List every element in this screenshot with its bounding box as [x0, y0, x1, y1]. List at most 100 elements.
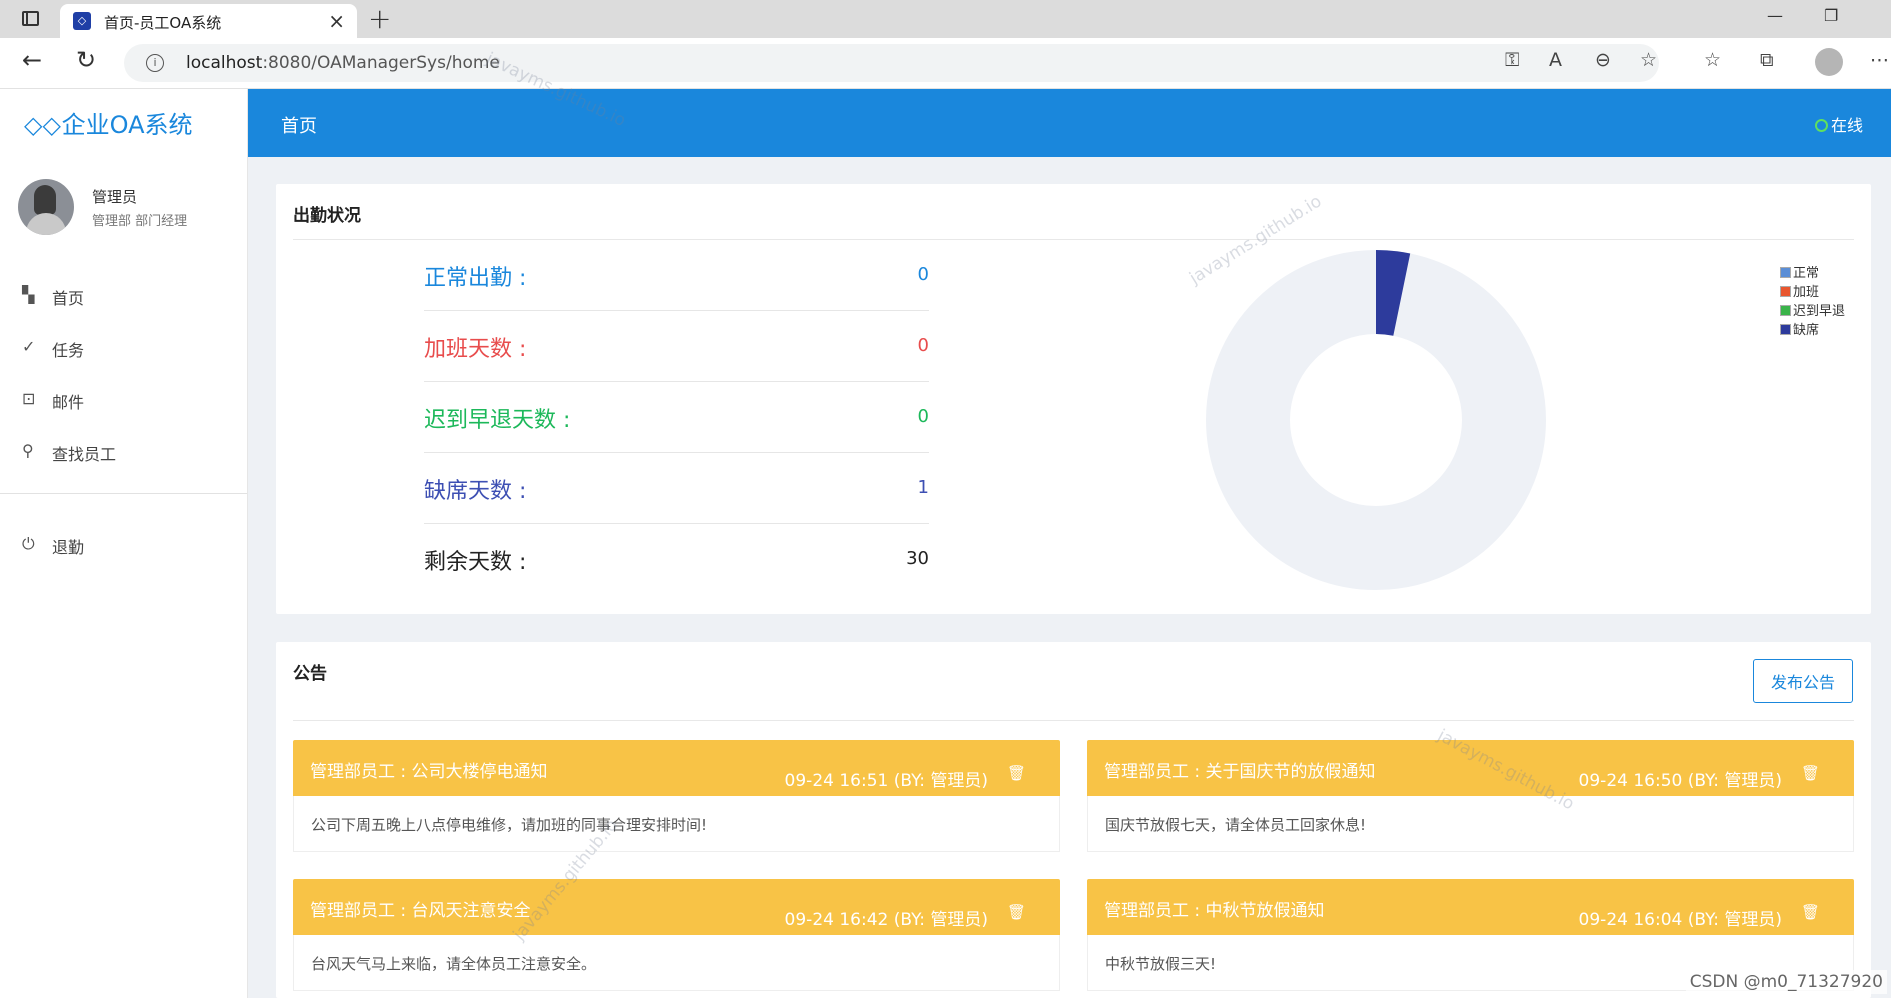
- stat-value: 0: [917, 264, 929, 285]
- notice-header: 管理部员工 : 中秋节放假通知 09-24 16:04 (BY: 管理员) 🗑: [1087, 879, 1854, 935]
- legend-item[interactable]: 正常: [1780, 264, 1845, 283]
- trash-icon[interactable]: 🗑: [1007, 764, 1026, 782]
- site-favicon-icon: ◇: [73, 12, 91, 30]
- notice-item-title[interactable]: 管理部员工 : 公司大楼停电通知: [310, 757, 548, 782]
- chart-legend: 正常加班迟到早退缺席: [1780, 264, 1845, 340]
- notice-body: 台风天气马上来临，请全体员工注意安全。: [293, 935, 1060, 991]
- notice-item: 管理部员工 : 公司大楼停电通知 09-24 16:51 (BY: 管理员) 🗑…: [293, 740, 1060, 852]
- menu-divider: [0, 493, 247, 494]
- notice-body: 公司下周五晚上八点停电维修，请加班的同事合理安排时间!: [293, 796, 1060, 852]
- power-icon: ⏻: [22, 534, 35, 553]
- card-divider: [293, 720, 1854, 721]
- trash-icon[interactable]: 🗑: [1801, 903, 1820, 921]
- stat-label: 迟到早退天数 :: [424, 408, 571, 433]
- trash-icon[interactable]: 🗑: [1801, 764, 1820, 782]
- legend-item[interactable]: 缺席: [1780, 321, 1845, 340]
- restore-icon[interactable]: ❐: [1824, 6, 1838, 25]
- attendance-chart: [1196, 240, 1556, 600]
- stat-normal: 正常出勤 : 0: [424, 240, 929, 311]
- status-label: 在线: [1830, 116, 1863, 135]
- stat-remaining: 剩余天数 : 30: [424, 524, 929, 595]
- sidebar-item-label: 查找员工: [52, 445, 117, 464]
- brand-name: 企业OA系统: [61, 111, 193, 139]
- browser-tab-bar: ◇ 首页-员工OA系统 × + — ❐: [0, 0, 1891, 38]
- brand[interactable]: ◇◇ 企业OA系统: [24, 105, 193, 140]
- notice-item-title[interactable]: 管理部员工 : 关于国庆节的放假通知: [1104, 757, 1376, 782]
- notice-item-meta: 09-24 16:50 (BY: 管理员): [1578, 771, 1782, 791]
- stat-value: 1: [917, 477, 929, 498]
- favorites-icon[interactable]: ☆: [1704, 49, 1721, 71]
- search-icon: ⚲: [22, 441, 34, 460]
- tab-close-icon[interactable]: ×: [328, 9, 345, 33]
- notice-item-title[interactable]: 管理部员工 : 中秋节放假通知: [1104, 896, 1325, 921]
- sidebar-item-label: 退勤: [52, 538, 85, 557]
- notice-body: 国庆节放假七天，请全体员工回家休息!: [1087, 796, 1854, 852]
- check-icon: ✓: [22, 337, 36, 356]
- url-input[interactable]: i localhost:8080/OAManagerSys/home: [124, 44, 1659, 82]
- site-info-icon[interactable]: i: [146, 54, 164, 72]
- notice-item-text: 中秋节放假三天!: [1105, 955, 1217, 973]
- publish-notice-button[interactable]: 发布公告: [1753, 659, 1853, 703]
- read-aloud-icon[interactable]: A: [1549, 49, 1562, 71]
- legend-swatch: [1780, 286, 1791, 297]
- user-avatar: [18, 179, 74, 235]
- attendance-stats: 正常出勤 : 0 加班天数 : 0 迟到早退天数 : 0 缺席天数 : 1 剩余…: [424, 240, 929, 595]
- stat-label: 缺席天数 :: [424, 479, 527, 504]
- donut-chart: [1206, 250, 1546, 590]
- legend-label: 缺席: [1793, 323, 1820, 338]
- notice-item-meta: 09-24 16:42 (BY: 管理员): [784, 910, 988, 930]
- notice-card: 公告 发布公告 管理部员工 : 公司大楼停电通知 09-24 16:51 (BY…: [276, 642, 1871, 998]
- browser-tab[interactable]: ◇ 首页-员工OA系统 ×: [60, 4, 357, 38]
- stat-value: 30: [906, 548, 929, 569]
- notice-header: 管理部员工 : 公司大楼停电通知 09-24 16:51 (BY: 管理员) 🗑: [293, 740, 1060, 796]
- key-icon[interactable]: ⚿: [1505, 49, 1519, 71]
- sidebar-item-label: 任务: [52, 341, 85, 360]
- sidebar-item-mail[interactable]: ⊡ 邮件: [0, 373, 247, 425]
- minimize-icon[interactable]: —: [1767, 6, 1783, 25]
- mail-icon: ⊡: [22, 389, 36, 408]
- stat-value: 0: [917, 406, 929, 427]
- source-watermark: CSDN @m0_71327920: [1685, 970, 1887, 994]
- tab-title: 首页-员工OA系统: [104, 14, 222, 32]
- new-tab-icon[interactable]: +: [368, 2, 391, 35]
- collections-icon[interactable]: ⧉: [1760, 49, 1774, 71]
- sidebar-item-label: 首页: [52, 289, 85, 308]
- reload-icon[interactable]: ↻: [76, 46, 96, 74]
- top-header: 首页 在线: [248, 89, 1891, 157]
- page-title: 首页: [281, 116, 317, 137]
- stat-overtime: 加班天数 : 0: [424, 311, 929, 382]
- notice-header: 管理部员工 : 台风天注意安全 09-24 16:42 (BY: 管理员) 🗑: [293, 879, 1060, 935]
- sidebar: ◇◇ 企业OA系统 管理员 管理部 部门经理 ▚ 首页 ✓ 任务 ⊡ 邮件 ⚲ …: [0, 89, 248, 998]
- tab-actions-icon[interactable]: [22, 11, 39, 26]
- sidebar-item-tasks[interactable]: ✓ 任务: [0, 321, 247, 373]
- sidebar-item-label: 邮件: [52, 393, 85, 412]
- sidebar-item-home[interactable]: ▚ 首页: [0, 269, 247, 321]
- add-favorite-icon[interactable]: ☆: [1640, 49, 1657, 71]
- legend-label: 加班: [1793, 285, 1820, 300]
- notice-item: 管理部员工 : 台风天注意安全 09-24 16:42 (BY: 管理员) 🗑 …: [293, 879, 1060, 991]
- notice-item-text: 台风天气马上来临，请全体员工注意安全。: [311, 955, 597, 973]
- sidebar-item-find-employee[interactable]: ⚲ 查找员工: [0, 425, 247, 477]
- legend-item[interactable]: 迟到早退: [1780, 302, 1845, 321]
- legend-item[interactable]: 加班: [1780, 283, 1845, 302]
- legend-label: 迟到早退: [1793, 304, 1846, 319]
- user-department: 管理部 部门经理: [92, 214, 188, 229]
- legend-swatch: [1780, 305, 1791, 316]
- legend-swatch: [1780, 267, 1791, 278]
- online-status: 在线: [1814, 112, 1863, 136]
- sidebar-item-logout[interactable]: ⏻ 退勤: [0, 518, 247, 570]
- back-icon[interactable]: ←: [22, 46, 42, 74]
- stat-label: 加班天数 :: [424, 337, 527, 362]
- profile-avatar[interactable]: [1815, 48, 1843, 76]
- stat-absent: 缺席天数 : 1: [424, 453, 929, 524]
- stat-label: 剩余天数 :: [424, 550, 527, 575]
- more-icon[interactable]: ⋯: [1870, 49, 1889, 71]
- legend-label: 正常: [1793, 266, 1820, 281]
- notice-item-meta: 09-24 16:51 (BY: 管理员): [784, 771, 988, 791]
- status-dot-icon: [1814, 119, 1828, 132]
- stat-label: 正常出勤 :: [424, 266, 527, 291]
- trash-icon[interactable]: 🗑: [1007, 903, 1026, 921]
- zoom-out-icon[interactable]: ⊖: [1595, 49, 1611, 71]
- address-bar: ← ↻ i localhost:8080/OAManagerSys/home ⚿…: [0, 38, 1891, 89]
- notice-item-title[interactable]: 管理部员工 : 台风天注意安全: [310, 896, 531, 921]
